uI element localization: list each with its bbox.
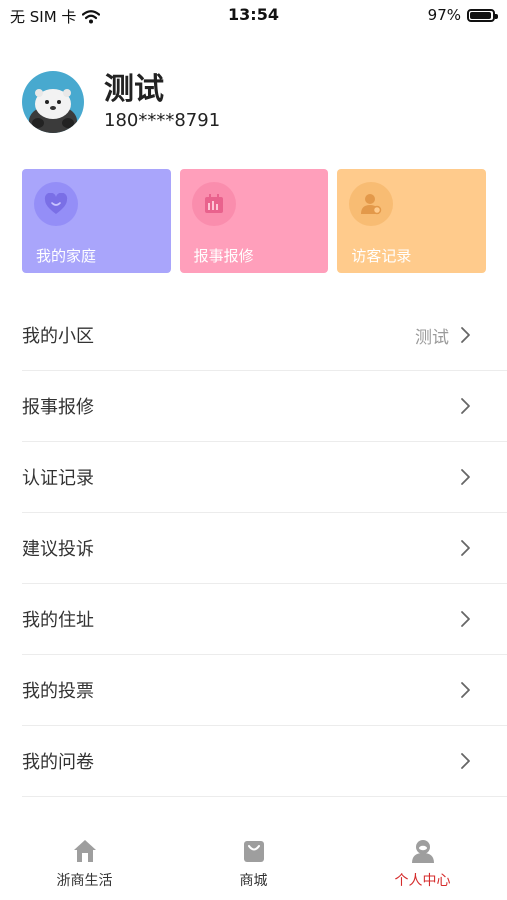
menu-item-label: 我的问卷 [22, 752, 94, 773]
menu-item-suggestions[interactable]: 建议投诉 [22, 513, 507, 584]
tab-label: 个人中心 [394, 873, 451, 889]
heart-icon [44, 193, 68, 214]
status-bar: 无 SIM 卡 13:54 97% [0, 0, 507, 32]
card-my-family[interactable]: 我的家庭 [22, 169, 171, 273]
chevron-right-icon [461, 398, 470, 414]
tab-label: 商城 [239, 873, 268, 889]
menu-item-my-votes[interactable]: 我的投票 [22, 655, 507, 726]
card-icon-bg [191, 182, 236, 226]
menu-item-my-community[interactable]: 我的小区 测试 [22, 300, 507, 371]
menu-list: 我的小区 测试 报事报修 认证记录 建议投诉 我的住址 我的投票 我的问卷 [22, 300, 507, 797]
card-label: 访客记录 [351, 247, 412, 265]
user-icon [411, 840, 434, 863]
menu-item-report-repair[interactable]: 报事报修 [22, 371, 507, 442]
chevron-right-icon [461, 327, 470, 343]
menu-item-label: 我的投票 [22, 681, 94, 702]
battery-icon [467, 8, 498, 22]
bottom-tab-bar: 浙商生活 商城 个人中心 [0, 830, 507, 900]
card-report-repair[interactable]: 报事报修 [179, 169, 329, 273]
tab-zheshang-life[interactable]: 浙商生活 [0, 830, 169, 900]
tab-personal-center[interactable]: 个人中心 [338, 830, 507, 900]
otter-avatar-icon [22, 71, 84, 133]
menu-item-value: 测试 [415, 327, 449, 348]
battery-percent: 97% [427, 6, 461, 24]
menu-item-label: 认证记录 [22, 468, 94, 489]
card-label: 我的家庭 [36, 247, 97, 265]
chevron-right-icon [461, 753, 470, 769]
chevron-right-icon [461, 540, 470, 556]
menu-item-label: 建议投诉 [22, 539, 94, 560]
menu-item-my-address[interactable]: 我的住址 [22, 584, 507, 655]
menu-item-my-surveys[interactable]: 我的问卷 [22, 726, 507, 797]
card-label: 报事报修 [193, 247, 254, 265]
shopping-bag-icon [243, 841, 264, 862]
tab-mall[interactable]: 商城 [169, 830, 338, 900]
chevron-right-icon [461, 611, 470, 627]
chevron-right-icon [461, 469, 470, 485]
profile-text: 测试 180****8791 [104, 72, 220, 132]
person-icon [361, 194, 382, 215]
calendar-icon [204, 194, 223, 213]
user-name: 测试 [104, 72, 164, 107]
user-phone: 180****8791 [104, 110, 221, 131]
card-icon-bg [349, 182, 394, 226]
home-icon [73, 840, 96, 862]
status-right: 97% [427, 6, 498, 24]
card-visitor-records[interactable]: 访客记录 [337, 169, 487, 273]
tab-label: 浙商生活 [56, 873, 113, 889]
feature-cards: 我的家庭 报事报修 访客记录 [22, 169, 487, 273]
card-icon-bg [34, 182, 78, 226]
avatar[interactable] [22, 71, 84, 133]
menu-item-label: 我的住址 [22, 610, 94, 631]
menu-item-label: 报事报修 [22, 397, 94, 418]
profile-header[interactable]: 测试 180****8791 [22, 70, 220, 134]
menu-item-auth-records[interactable]: 认证记录 [22, 442, 507, 513]
chevron-right-icon [461, 682, 470, 698]
menu-item-label: 我的小区 [22, 326, 94, 347]
